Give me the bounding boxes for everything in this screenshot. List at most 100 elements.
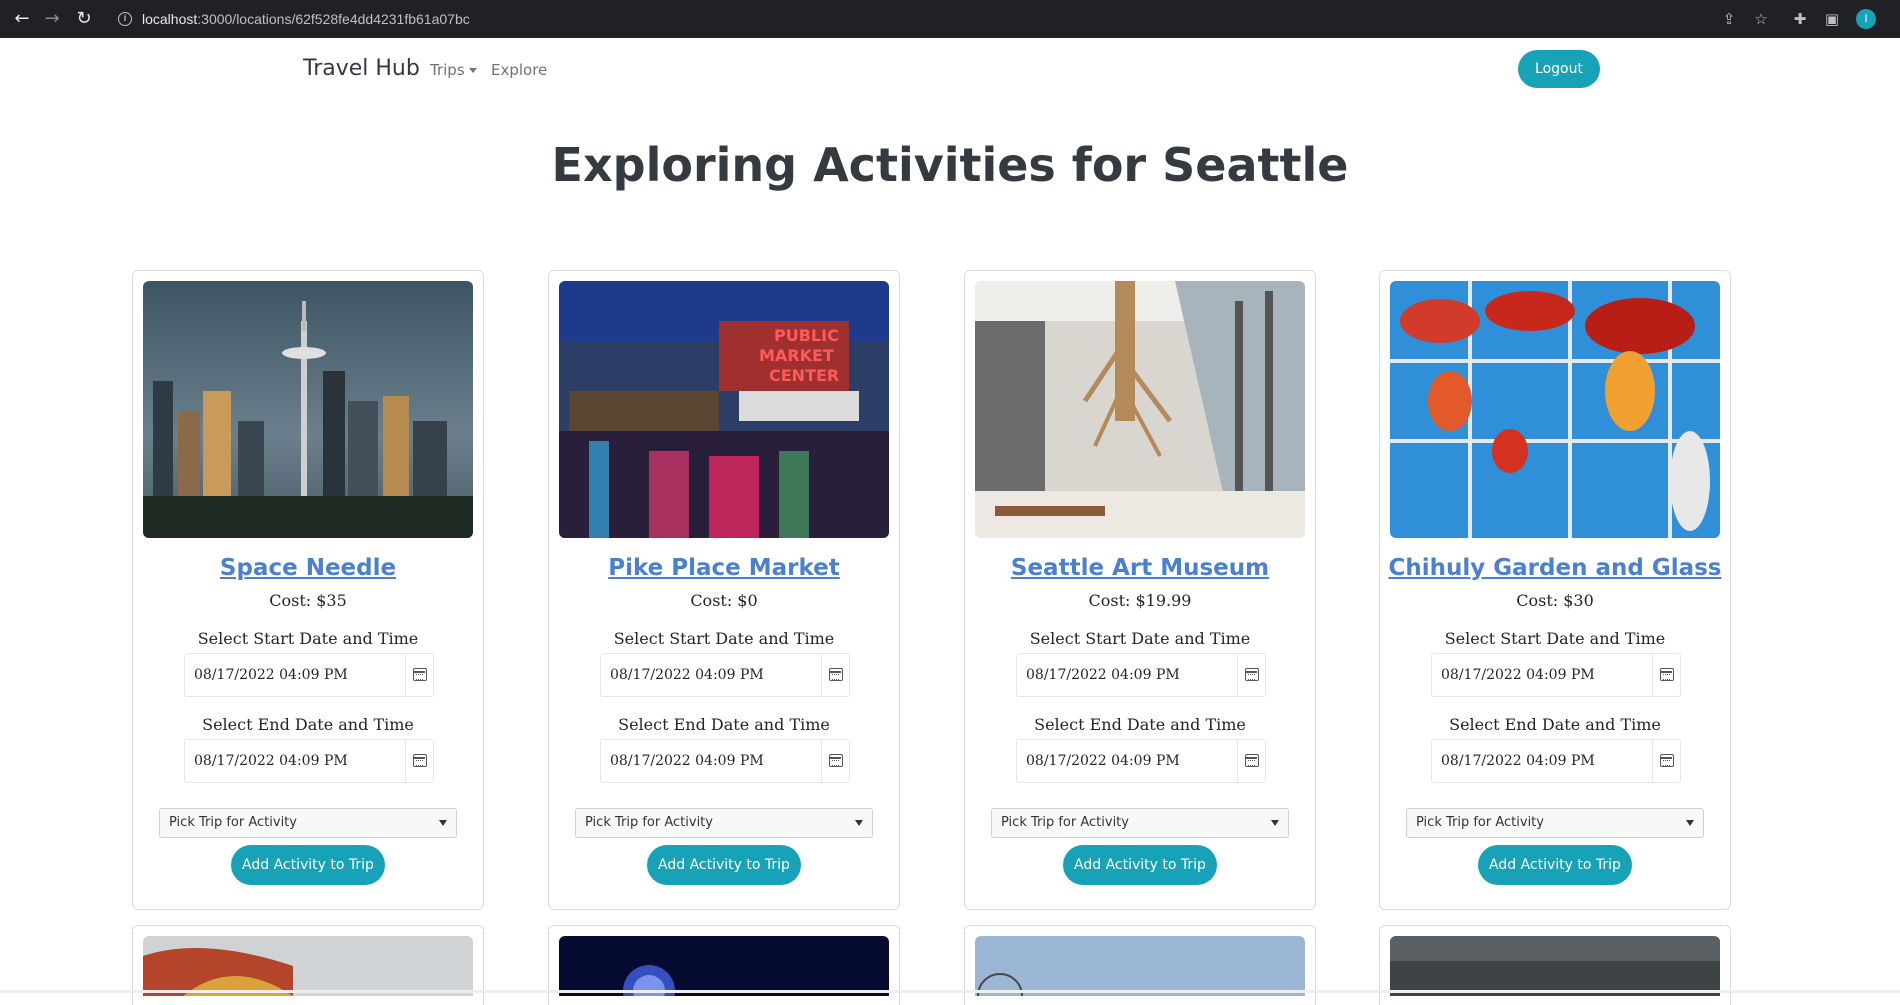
end-date-picker: [184, 739, 434, 783]
activity-card: Seattle Art Museum Cost: $19.99 Select S…: [964, 270, 1316, 910]
activity-card: [132, 925, 484, 1005]
star-icon[interactable]: ☆: [1752, 10, 1770, 28]
forward-arrow-icon[interactable]: →: [42, 9, 62, 29]
activity-title-link[interactable]: Chihuly Garden and Glass: [1380, 555, 1730, 581]
avatar[interactable]: I: [1856, 9, 1876, 29]
side-panel-icon[interactable]: ▣: [1823, 10, 1841, 28]
activity-cost: Cost: $30: [1516, 591, 1594, 610]
share-icon[interactable]: ⇪: [1720, 10, 1738, 28]
chevron-down-icon: [1271, 820, 1279, 826]
activity-card: [964, 925, 1316, 1005]
activity-photo: [559, 936, 889, 996]
add-activity-button[interactable]: Add Activity to Trip: [231, 845, 385, 885]
activity-photo: [1390, 936, 1720, 996]
back-arrow-icon[interactable]: ←: [12, 9, 32, 29]
trip-select[interactable]: Pick Trip for Activity: [991, 808, 1289, 838]
calendar-icon: [829, 754, 843, 767]
end-date-picker: [600, 739, 850, 783]
end-date-label: Select End Date and Time: [202, 715, 414, 734]
url-path: :3000/locations/62f528fe4dd4231fb61a07bc: [197, 11, 470, 27]
activity-photo: [143, 936, 473, 996]
start-date-label: Select Start Date and Time: [197, 629, 419, 648]
trip-select[interactable]: Pick Trip for Activity: [1406, 808, 1704, 838]
calendar-button[interactable]: [1237, 654, 1265, 696]
nav-trips-dropdown[interactable]: Trips: [430, 61, 477, 79]
trip-select-value: Pick Trip for Activity: [169, 815, 297, 830]
app-navbar: Travel Hub Trips Explore Logout: [0, 38, 1900, 100]
start-date-input[interactable]: [1017, 654, 1237, 696]
chevron-down-icon: [1686, 820, 1694, 826]
activity-photo: [975, 936, 1305, 996]
end-date-input[interactable]: [1432, 740, 1652, 782]
activity-title-link[interactable]: Pike Place Market: [549, 555, 899, 581]
calendar-button[interactable]: [821, 740, 849, 782]
page-title: Exploring Activities for Seattle: [551, 138, 1349, 192]
start-date-input[interactable]: [1432, 654, 1652, 696]
start-date-picker: [1431, 653, 1681, 697]
activity-cost: Cost: $0: [690, 591, 758, 610]
calendar-button[interactable]: [1237, 740, 1265, 782]
calendar-button[interactable]: [1652, 654, 1680, 696]
puzzle-icon[interactable]: ✚: [1791, 10, 1809, 28]
start-date-input[interactable]: [185, 654, 405, 696]
start-date-picker: [600, 653, 850, 697]
reload-icon[interactable]: ↻: [74, 9, 94, 29]
trip-select-value: Pick Trip for Activity: [1416, 815, 1544, 830]
activity-title-link[interactable]: Seattle Art Museum: [965, 555, 1315, 581]
chevron-down-icon: [855, 820, 863, 826]
activity-card: Space Needle Cost: $35 Select Start Date…: [132, 270, 484, 910]
activity-card: [1379, 925, 1731, 1005]
calendar-icon: [413, 754, 427, 767]
trip-select[interactable]: Pick Trip for Activity: [159, 808, 457, 838]
calendar-button[interactable]: [405, 654, 433, 696]
svg-text:PUBLIC: PUBLIC: [774, 326, 839, 345]
brand-link[interactable]: Travel Hub: [303, 56, 420, 81]
trip-select-value: Pick Trip for Activity: [1001, 815, 1129, 830]
svg-text:MARKET: MARKET: [759, 346, 834, 365]
activity-photo: PUBLIC MARKET CENTER: [559, 281, 889, 538]
start-date-input[interactable]: [601, 654, 821, 696]
end-date-label: Select End Date and Time: [618, 715, 830, 734]
info-icon[interactable]: i: [118, 12, 132, 26]
chevron-down-icon: [439, 820, 447, 826]
address-bar[interactable]: i localhost:3000/locations/62f528fe4dd42…: [108, 5, 1758, 33]
activity-cost: Cost: $35: [269, 591, 347, 610]
calendar-icon: [1660, 668, 1674, 681]
activity-card: Chihuly Garden and Glass Cost: $30 Selec…: [1379, 270, 1731, 910]
activity-cost: Cost: $19.99: [1088, 591, 1192, 610]
end-date-input[interactable]: [1017, 740, 1237, 782]
add-activity-button[interactable]: Add Activity to Trip: [1478, 845, 1632, 885]
end-date-input[interactable]: [185, 740, 405, 782]
calendar-button[interactable]: [821, 654, 849, 696]
start-date-label: Select Start Date and Time: [613, 629, 835, 648]
activity-photo: [1390, 281, 1720, 538]
url-host: localhost: [142, 11, 198, 27]
browser-toolbar: ← → ↻ i localhost:3000/locations/62f528f…: [0, 0, 1900, 38]
end-date-label: Select End Date and Time: [1034, 715, 1246, 734]
calendar-icon: [1245, 668, 1259, 681]
activity-photo: [143, 281, 473, 538]
nav-trips-label: Trips: [430, 61, 465, 79]
activity-card: PUBLIC MARKET CENTER Pike Place Market C…: [548, 270, 900, 910]
add-activity-button[interactable]: Add Activity to Trip: [1063, 845, 1217, 885]
calendar-button[interactable]: [1652, 740, 1680, 782]
nav-explore-link[interactable]: Explore: [491, 61, 547, 79]
end-date-picker: [1016, 739, 1266, 783]
activity-card: [548, 925, 900, 1005]
activity-photo: [975, 281, 1305, 538]
add-activity-button[interactable]: Add Activity to Trip: [647, 845, 801, 885]
start-date-picker: [184, 653, 434, 697]
logout-button[interactable]: Logout: [1518, 50, 1600, 88]
calendar-button[interactable]: [405, 740, 433, 782]
calendar-icon: [413, 668, 427, 681]
calendar-icon: [1245, 754, 1259, 767]
trip-select[interactable]: Pick Trip for Activity: [575, 808, 873, 838]
calendar-icon: [1660, 754, 1674, 767]
svg-text:CENTER: CENTER: [769, 366, 839, 385]
chevron-down-icon: [468, 68, 477, 73]
end-date-picker: [1431, 739, 1681, 783]
calendar-icon: [829, 668, 843, 681]
trip-select-value: Pick Trip for Activity: [585, 815, 713, 830]
activity-title-link[interactable]: Space Needle: [133, 555, 483, 581]
end-date-input[interactable]: [601, 740, 821, 782]
